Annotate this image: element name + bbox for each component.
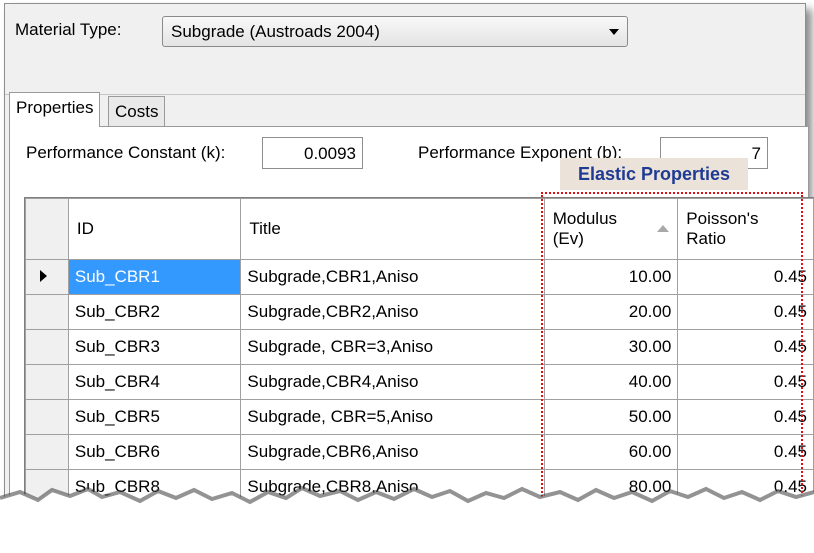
row-header-cell[interactable] xyxy=(25,434,69,470)
cell-id[interactable]: Sub_CBR3 xyxy=(67,329,242,365)
cell-poisson[interactable]: 0.45 xyxy=(677,434,814,470)
cell-id[interactable]: Sub_CBR5 xyxy=(67,399,242,435)
row-header-cell[interactable] xyxy=(25,364,69,400)
row-header-cell[interactable] xyxy=(25,399,69,435)
column-header-poisson[interactable]: Poisson's Ratio xyxy=(677,198,814,260)
modulus-header-line2: (Ev) xyxy=(552,229,584,248)
chevron-down-icon[interactable] xyxy=(609,29,619,35)
current-row-arrow-icon xyxy=(40,270,47,282)
row-header-cell[interactable] xyxy=(25,329,69,365)
table-row[interactable]: Sub_CBR3 Subgrade, CBR=3,Aniso 30.00 0.4… xyxy=(25,329,814,365)
cell-title[interactable]: Subgrade,CBR4,Aniso xyxy=(240,364,545,400)
column-header-id[interactable]: ID xyxy=(67,198,242,260)
column-header-modulus[interactable]: Modulus (Ev) xyxy=(543,198,679,260)
material-type-value: Subgrade (Austroads 2004) xyxy=(171,22,380,41)
performance-constant-input[interactable]: 0.0093 xyxy=(262,137,363,169)
column-header-title[interactable]: Title xyxy=(240,198,545,260)
cell-poisson[interactable]: 0.45 xyxy=(677,294,814,330)
row-header-corner xyxy=(25,198,69,260)
tab-properties[interactable]: Properties xyxy=(9,92,101,127)
table-row[interactable]: Sub_CBR4 Subgrade,CBR4,Aniso 40.00 0.45 xyxy=(25,364,814,400)
tab-costs[interactable]: Costs xyxy=(108,96,166,126)
cell-modulus[interactable]: 20.00 xyxy=(543,294,679,330)
table-row[interactable]: Sub_CBR5 Subgrade, CBR=5,Aniso 50.00 0.4… xyxy=(25,399,814,435)
cell-poisson[interactable]: 0.45 xyxy=(677,364,814,400)
sort-ascending-icon xyxy=(657,225,670,232)
grid-header-row: ID Title Modulus (Ev) Poisson's Ratio xyxy=(25,198,814,260)
table-row[interactable]: Sub_CBR1 Subgrade,CBR1,Aniso 10.00 0.45 xyxy=(25,259,814,295)
cell-modulus[interactable]: 50.00 xyxy=(543,399,679,435)
cell-poisson[interactable]: 0.45 xyxy=(677,329,814,365)
table-row[interactable]: Sub_CBR2 Subgrade,CBR2,Aniso 20.00 0.45 xyxy=(25,294,814,330)
materials-table: ID Title Modulus (Ev) Poisson's Ratio Su… xyxy=(25,198,814,505)
elastic-properties-callout: Elastic Properties xyxy=(560,158,748,190)
cell-title[interactable]: Subgrade, CBR=5,Aniso xyxy=(240,399,545,435)
cell-modulus[interactable]: 30.00 xyxy=(543,329,679,365)
cell-poisson[interactable]: 0.45 xyxy=(677,399,814,435)
cell-id[interactable]: Sub_CBR2 xyxy=(67,294,242,330)
cell-modulus[interactable]: 10.00 xyxy=(543,259,679,295)
cell-id[interactable]: Sub_CBR4 xyxy=(67,364,242,400)
material-type-label: Material Type: xyxy=(15,20,122,39)
cell-title[interactable]: Subgrade, CBR=3,Aniso xyxy=(240,329,545,365)
performance-constant-label: Performance Constant (k): xyxy=(26,143,226,162)
row-header-cell[interactable] xyxy=(25,294,69,330)
cell-id[interactable]: Sub_CBR1 xyxy=(67,259,242,295)
modulus-header-line1: Modulus xyxy=(552,209,618,228)
cell-title[interactable]: Subgrade,CBR1,Aniso xyxy=(240,259,545,295)
cell-modulus[interactable]: 40.00 xyxy=(543,364,679,400)
cell-poisson[interactable]: 0.45 xyxy=(677,259,814,295)
cell-title[interactable]: Subgrade,CBR2,Aniso xyxy=(240,294,545,330)
material-type-dropdown[interactable]: Subgrade (Austroads 2004) xyxy=(162,16,628,47)
cell-id[interactable]: Sub_CBR6 xyxy=(67,434,242,470)
poisson-header-line1: Poisson's xyxy=(686,209,759,228)
poisson-header-line2: Ratio xyxy=(686,229,726,248)
torn-edge-decoration xyxy=(0,485,814,553)
header-divider xyxy=(5,94,805,95)
cell-modulus[interactable]: 60.00 xyxy=(543,434,679,470)
cell-title[interactable]: Subgrade,CBR6,Aniso xyxy=(240,434,545,470)
row-header-cell[interactable] xyxy=(25,259,69,295)
table-row[interactable]: Sub_CBR6 Subgrade,CBR6,Aniso 60.00 0.45 xyxy=(25,434,814,470)
